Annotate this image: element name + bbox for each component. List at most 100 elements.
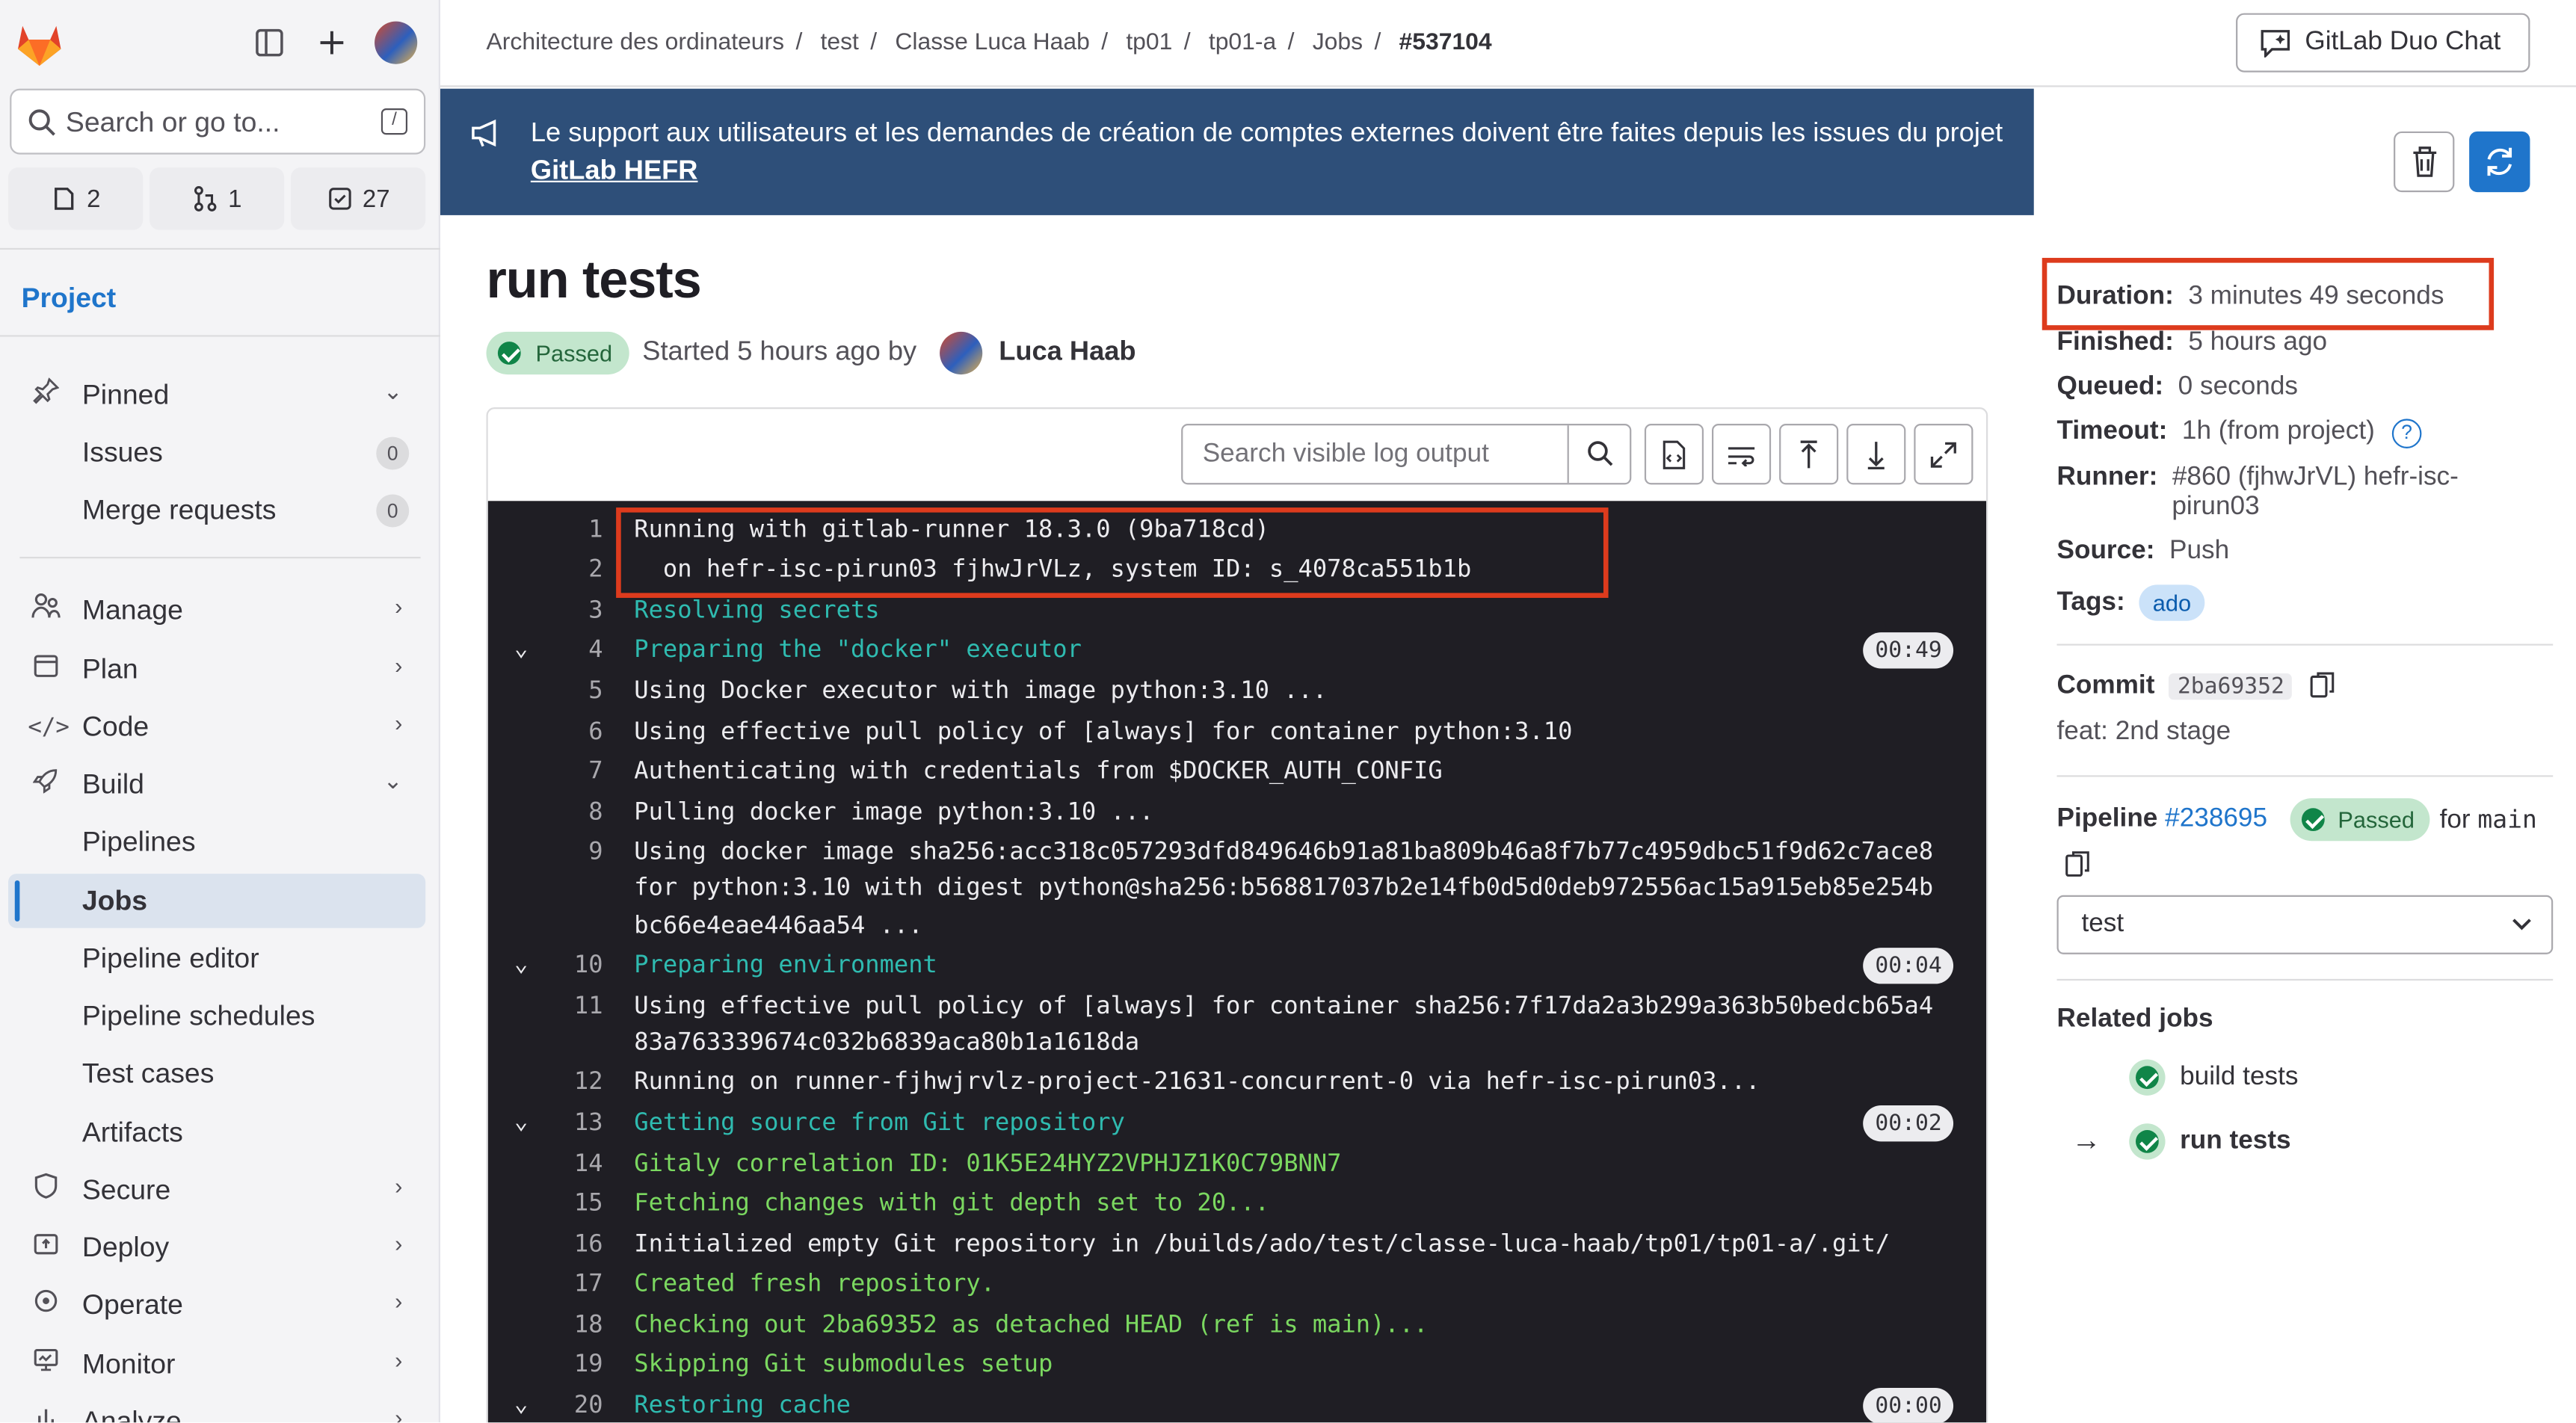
raw-log-button[interactable] — [1644, 424, 1704, 485]
log-line-text: for python:3.10 with digest python@sha25… — [634, 874, 1934, 902]
sidebar-item-deploy[interactable]: Deploy › — [8, 1220, 425, 1275]
sidebar-item-manage[interactable]: Manage › — [8, 583, 425, 638]
log-line-number[interactable]: 6 — [554, 717, 603, 745]
search-input[interactable]: Search or go to... / — [10, 88, 426, 155]
copy-icon[interactable] — [2065, 851, 2090, 878]
wrap-lines-button[interactable] — [1712, 424, 1772, 485]
sidebar-item-build[interactable]: Build ⌄ — [8, 757, 425, 812]
fullscreen-button[interactable] — [1914, 424, 1973, 485]
sidebar-item-operate[interactable]: Operate › — [8, 1278, 425, 1333]
merge-requests-count-button[interactable]: 1 — [149, 167, 285, 230]
log-line-text: Skipping Git submodules setup — [634, 1350, 1053, 1378]
chevron-right-icon: › — [395, 1230, 403, 1257]
sidebar-item-jobs[interactable]: Jobs — [7, 874, 426, 928]
gitlab-logo-icon[interactable] — [15, 22, 64, 68]
retry-button[interactable] — [2469, 131, 2530, 193]
log-line-number[interactable]: 15 — [554, 1189, 603, 1217]
todos-count-button[interactable]: 27 — [290, 167, 426, 230]
sidebar-item-label: Test cases — [81, 1058, 215, 1090]
sidebar-item-monitor[interactable]: Monitor › — [8, 1337, 425, 1392]
log-line-number[interactable]: 11 — [554, 992, 603, 1019]
log-line-number[interactable]: 9 — [554, 838, 603, 865]
collapse-section-icon[interactable]: ⌄ — [514, 1108, 529, 1135]
commit-label: Commit — [2056, 671, 2155, 700]
log-line-text: Running on runner-fjhwjrvlz-project-2163… — [634, 1067, 1760, 1096]
log-line-number[interactable]: 2 — [554, 555, 603, 583]
sidebar-item-plan[interactable]: Plan › — [8, 642, 425, 697]
page-title: run tests — [486, 250, 702, 309]
pipeline-status-badge[interactable]: Passed — [2290, 798, 2430, 842]
scroll-bottom-button[interactable] — [1846, 424, 1906, 485]
pipeline-link[interactable]: #238695 — [2165, 805, 2267, 833]
author-link[interactable]: Luca Haab — [999, 337, 1136, 368]
banner-message: Le support aux utilisateurs et les deman… — [531, 115, 2009, 191]
sidebar-toggle-icon[interactable] — [250, 23, 289, 63]
sidebar-item-pipeline-editor[interactable]: Pipeline editor — [8, 931, 425, 986]
stage-select[interactable]: test — [2056, 895, 2554, 954]
log-line-number[interactable]: 14 — [554, 1149, 603, 1177]
log-line-number[interactable]: 17 — [554, 1270, 603, 1297]
maximize-icon — [1930, 441, 1956, 467]
related-job-item-current[interactable]: run tests — [2129, 1123, 2291, 1160]
log-line-number[interactable]: 8 — [554, 798, 603, 826]
scroll-top-button[interactable] — [1779, 424, 1839, 485]
count-badge: 0 — [376, 436, 410, 470]
tag-badge[interactable]: ado — [2139, 584, 2204, 621]
log-line-number[interactable]: 12 — [554, 1068, 603, 1096]
issues-count: 2 — [87, 185, 101, 213]
log-line-number[interactable]: 3 — [554, 596, 603, 624]
breadcrumb-item[interactable]: Jobs — [1313, 30, 1363, 56]
collapse-section-icon[interactable]: ⌄ — [514, 1391, 529, 1417]
status-badge[interactable]: Passed — [486, 331, 629, 375]
breadcrumb-current[interactable]: #537104 — [1399, 30, 1492, 56]
section-duration-badge: 00:02 — [1863, 1105, 1954, 1142]
log-search-input[interactable]: Search visible log output — [1181, 424, 1632, 485]
sidebar-item-secure[interactable]: Secure › — [8, 1163, 425, 1217]
pipeline-ref[interactable]: main — [2477, 805, 2536, 835]
related-job-item[interactable]: build tests — [2129, 1059, 2298, 1096]
sidebar-item-label: Pipeline schedules — [81, 1000, 315, 1032]
user-avatar[interactable] — [375, 21, 418, 64]
sidebar-item-code[interactable]: </> Code › — [8, 700, 425, 754]
breadcrumb-item[interactable]: tp01-a — [1209, 30, 1276, 56]
search-button[interactable] — [1567, 425, 1630, 484]
log-line: ⌄ 20 Restoring cache 00:00 — [488, 1388, 1986, 1423]
sidebar-item-merge-requests[interactable]: Merge requests 0 — [8, 483, 425, 537]
rocket-icon — [28, 767, 64, 803]
log-line-number[interactable]: 10 — [554, 951, 603, 978]
breadcrumb-item[interactable]: Architecture des ordinateurs — [487, 30, 785, 56]
erase-log-button[interactable] — [2394, 131, 2455, 193]
banner-link[interactable]: GitLab HEFR — [531, 156, 698, 186]
log-line-number[interactable]: 1 — [554, 516, 603, 543]
commit-sha-link[interactable]: 2ba69352 — [2169, 673, 2293, 700]
breadcrumb-item[interactable]: test — [821, 30, 859, 56]
breadcrumb-item[interactable]: tp01 — [1126, 30, 1172, 56]
sidebar: Search or go to... / 2 1 27 Project Pinn… — [0, 0, 440, 1423]
log-line-number[interactable]: 19 — [554, 1351, 603, 1378]
log-line-number[interactable]: 20 — [554, 1391, 603, 1419]
help-icon[interactable]: ? — [2391, 419, 2422, 448]
breadcrumb-item[interactable]: Classe Luca Haab — [895, 30, 1089, 56]
log-line-number[interactable]: 18 — [554, 1311, 603, 1339]
sidebar-item-test-cases[interactable]: Test cases — [8, 1046, 425, 1101]
copy-icon[interactable] — [2310, 672, 2335, 700]
collapse-section-icon[interactable]: ⌄ — [514, 636, 529, 662]
log-line-number[interactable]: 5 — [554, 676, 603, 704]
log-line-number[interactable]: 16 — [554, 1230, 603, 1258]
sidebar-item-pipelines[interactable]: Pipelines — [8, 815, 425, 869]
plus-icon[interactable] — [312, 23, 352, 63]
log-line-number[interactable]: 4 — [554, 636, 603, 664]
log-line-number[interactable]: 13 — [554, 1108, 603, 1136]
log-line-number[interactable]: 7 — [554, 757, 603, 785]
sidebar-item-artifacts[interactable]: Artifacts — [8, 1105, 425, 1160]
author-avatar[interactable] — [940, 331, 983, 375]
log-line: 83a763339674c032b6839aca80b1a1618da — [488, 1025, 1986, 1064]
collapse-section-icon[interactable]: ⌄ — [514, 951, 529, 977]
section-title-project[interactable]: Project — [22, 283, 117, 315]
sidebar-item-issues[interactable]: Issues 0 — [8, 425, 425, 480]
issues-count-button[interactable]: 2 — [7, 167, 144, 230]
sidebar-item-pinned[interactable]: Pinned ⌄ — [8, 368, 425, 422]
sidebar-item-analyze[interactable]: Analyze › — [8, 1395, 425, 1423]
sidebar-item-pipeline-schedules[interactable]: Pipeline schedules — [8, 989, 425, 1043]
duo-chat-button[interactable]: GitLab Duo Chat — [2236, 13, 2530, 72]
